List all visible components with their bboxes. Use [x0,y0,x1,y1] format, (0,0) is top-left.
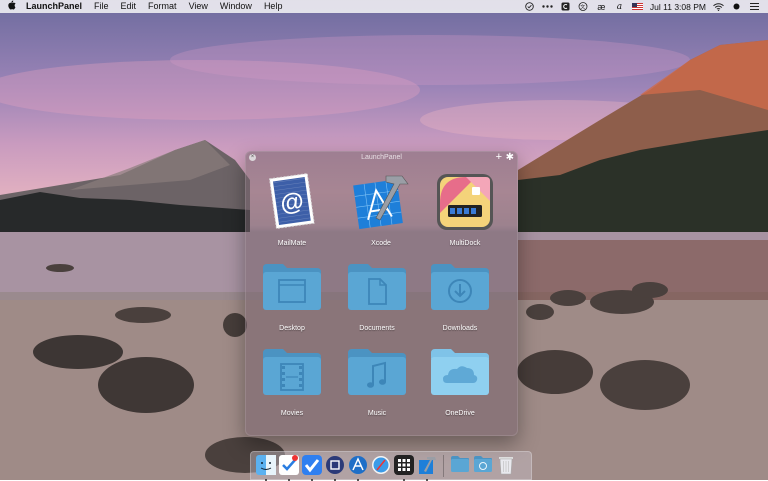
translate-icon[interactable]: 文 [578,2,589,11]
onedrive-folder-icon [429,341,491,403]
tile-multidock[interactable]: MultiDock [425,171,505,247]
dock [250,451,532,481]
menu-file[interactable]: File [88,0,115,13]
clock[interactable]: Jul 11 3:08 PM [650,2,706,12]
tile-label: MailMate [277,240,307,247]
svg-text:@: @ [279,187,306,217]
tile-label: Documents [359,325,395,332]
tile-desktop[interactable]: Desktop [252,256,332,332]
tile-label: Movies [280,410,304,417]
menu-help[interactable]: Help [258,0,289,13]
downloads-folder-icon [429,256,491,318]
mailmate-icon: @ [261,171,323,233]
launchpanel-window: × LaunchPanel + ✱ @ MailMate Xcode Multi… [245,151,518,436]
script-a-icon[interactable]: a [614,2,625,12]
dock-separator [443,454,444,477]
add-icon[interactable]: + [496,152,502,163]
downloads-stack-icon[interactable] [473,455,493,477]
tile-label: MultiDock [449,240,481,247]
tile-onedrive[interactable]: OneDrive [420,341,500,417]
menu-window[interactable]: Window [214,0,258,13]
tile-xcode[interactable]: Xcode [341,171,421,247]
menu-edit[interactable]: Edit [115,0,143,13]
more-dots-icon[interactable] [542,2,553,11]
xcode-hammer-icon[interactable] [417,455,437,481]
window-title: LaunchPanel [361,154,402,161]
music-folder-icon [346,341,408,403]
xcode-icon [350,171,412,233]
svg-text:文: 文 [581,4,586,11]
tile-label: Desktop [279,325,305,332]
xcode-icon[interactable] [348,455,368,481]
tile-movies[interactable]: Movies [252,341,332,417]
list-menu-icon[interactable] [749,2,760,11]
wifi-icon[interactable] [713,2,724,11]
menu-app-name[interactable]: LaunchPanel [22,0,88,13]
tile-music[interactable]: Music [337,341,417,417]
checkmark-circle-icon[interactable] [524,2,535,11]
menu-format[interactable]: Format [142,0,183,13]
grid-app-icon[interactable] [394,454,414,481]
trash-icon[interactable] [496,455,516,477]
checkmark-app-icon[interactable] [302,454,322,481]
status-area: 文 æ a Jul 11 3:08 PM [524,2,768,12]
menu-bar: LaunchPanel File Edit Format View Window… [0,0,768,13]
record-dot-icon[interactable] [731,2,742,11]
menu-view[interactable]: View [183,0,214,13]
tile-documents[interactable]: Documents [337,256,417,332]
us-flag-icon[interactable] [631,2,643,11]
c-app-icon[interactable] [560,2,571,11]
finder-icon[interactable] [256,454,276,481]
documents-folder-icon [346,256,408,318]
folder-icon[interactable] [450,455,470,477]
launchpanel-icon[interactable] [325,455,345,481]
tile-downloads[interactable]: Downloads [420,256,500,332]
safari-icon[interactable] [371,455,391,477]
desktop-folder-icon [261,256,323,318]
movies-folder-icon [261,341,323,403]
gear-icon[interactable]: ✱ [506,152,514,163]
tile-label: Downloads [442,325,478,332]
apple-menu-icon[interactable] [0,0,22,13]
ae-icon[interactable]: æ [596,2,607,12]
tile-label: OneDrive [445,410,475,417]
multidock-icon [434,171,496,233]
tile-mailmate[interactable]: @ MailMate [252,171,332,247]
tasks-icon[interactable] [279,454,299,481]
tile-label: Music [367,410,387,417]
tile-label: Xcode [371,240,391,247]
